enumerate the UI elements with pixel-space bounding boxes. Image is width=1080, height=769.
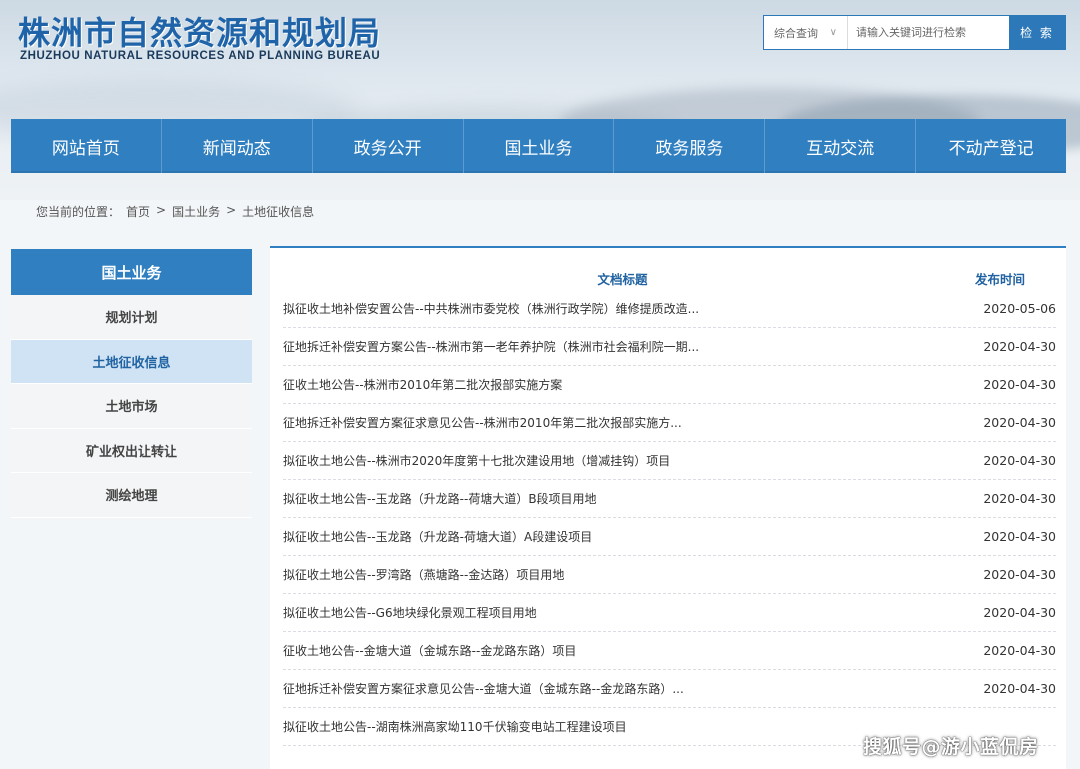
sidebar-title: 国土业务 — [11, 249, 252, 295]
publish-date: 2020-04-30 — [983, 377, 1056, 392]
document-link[interactable]: 拟征收土地公告--玉龙路（升龙路-荷塘大道）A段建设项目 — [283, 528, 983, 545]
document-link[interactable]: 征收土地公告--株洲市2010年第二批次报部实施方案 — [283, 376, 983, 393]
main-nav: 网站首页 新闻动态 政务公开 国土业务 政务服务 互动交流 不动产登记 — [11, 119, 1066, 173]
breadcrumb: 您当前的位置： 首页 > 国土业务 > 土地征收信息 — [36, 203, 314, 220]
sidebar-item-surveying[interactable]: 测绘地理 — [11, 473, 252, 518]
publish-date: 2020-04-30 — [983, 529, 1056, 544]
document-link[interactable]: 征地拆迁补偿安置方案征求意见公告--株洲市2010年第二批次报部实施方... — [283, 414, 983, 431]
search-type-select[interactable]: 综合查询 ∨ — [764, 16, 848, 49]
breadcrumb-prefix: 您当前的位置： — [36, 205, 121, 219]
column-header-title: 文档标题 — [597, 272, 648, 287]
search-input[interactable] — [848, 16, 1009, 49]
table-row: 拟征收土地公告--玉龙路（升龙路-荷塘大道）A段建设项目 2020-04-30 — [283, 518, 1056, 556]
sidebar-item-land-market[interactable]: 土地市场 — [11, 384, 252, 429]
table-row: 征地拆迁补偿安置方案征求意见公告--金塘大道（金城东路--金龙路东路）... 20… — [283, 670, 1056, 708]
column-header-date: 发布时间 — [975, 272, 1026, 287]
table-row: 拟征收土地公告--罗湾路（燕塘路--金达路）项目用地 2020-04-30 — [283, 556, 1056, 594]
document-link[interactable]: 拟征收土地公告--G6地块绿化景观工程项目用地 — [283, 604, 983, 621]
publish-date: 2020-04-30 — [983, 453, 1056, 468]
publish-date: 2020-04-30 — [983, 415, 1056, 430]
table-body: 拟征收土地补偿安置公告--中共株洲市委党校（株洲行政学院）维修提质改造... 20… — [270, 290, 1066, 746]
nav-item-news[interactable]: 新闻动态 — [162, 119, 313, 173]
table-row: 征收土地公告--株洲市2010年第二批次报部实施方案 2020-04-30 — [283, 366, 1056, 404]
sidebar: 国土业务 规划计划 土地征收信息 土地市场 矿业权出让转让 测绘地理 — [11, 249, 252, 518]
publish-date: 2020-04-30 — [983, 339, 1056, 354]
sidebar-item-land-expropriation[interactable]: 土地征收信息 — [11, 339, 252, 384]
nav-item-services[interactable]: 政务服务 — [614, 119, 766, 173]
document-list: 文档标题 发布时间 拟征收土地补偿安置公告--中共株洲市委党校（株洲行政学院）维… — [270, 246, 1066, 769]
table-header: 文档标题 发布时间 — [270, 248, 1066, 290]
sidebar-item-mining-rights[interactable]: 矿业权出让转让 — [11, 428, 252, 473]
publish-date: 2020-05-06 — [983, 301, 1056, 316]
nav-item-government-affairs[interactable]: 政务公开 — [313, 119, 464, 173]
chevron-down-icon: ∨ — [829, 27, 837, 38]
search-button[interactable]: 检 索 — [1009, 16, 1065, 49]
site-logo-cn[interactable]: 株洲市自然资源和规划局 — [18, 8, 381, 54]
breadcrumb-link-land-business[interactable]: 国土业务 — [172, 203, 220, 220]
watermark-text: 搜狐号@游小蓝侃房 — [863, 736, 1039, 758]
site-logo-en: ZHUZHOU NATURAL RESOURCES AND PLANNING B… — [20, 50, 381, 62]
document-link[interactable]: 征地拆迁补偿安置方案征求意见公告--金塘大道（金城东路--金龙路东路）... — [283, 680, 983, 697]
sidebar-item-planning[interactable]: 规划计划 — [11, 295, 252, 340]
document-link[interactable]: 拟征收土地公告--罗湾路（燕塘路--金达路）项目用地 — [283, 566, 983, 583]
breadcrumb-separator: > — [226, 203, 237, 217]
publish-date: 2020-04-30 — [983, 681, 1056, 696]
breadcrumb-link-home[interactable]: 首页 — [126, 203, 150, 220]
document-link[interactable]: 征地拆迁补偿安置方案公告--株洲市第一老年养护院（株洲市社会福利院一期... — [283, 338, 983, 355]
nav-item-land-business[interactable]: 国土业务 — [464, 119, 615, 173]
table-row: 征收土地公告--金塘大道（金城东路--金龙路东路）项目 2020-04-30 — [283, 632, 1056, 670]
table-row: 拟征收土地公告--G6地块绿化景观工程项目用地 2020-04-30 — [283, 594, 1056, 632]
document-link[interactable]: 拟征收土地公告--株洲市2020年度第十七批次建设用地（增减挂钩）项目 — [283, 452, 983, 469]
nav-item-real-estate-registration[interactable]: 不动产登记 — [916, 119, 1066, 173]
table-row: 拟征收土地公告--株洲市2020年度第十七批次建设用地（增减挂钩）项目 2020-… — [283, 442, 1056, 480]
nav-item-home[interactable]: 网站首页 — [11, 119, 162, 173]
publish-date: 2020-04-30 — [983, 643, 1056, 658]
search-type-value: 综合查询 — [774, 26, 818, 40]
breadcrumb-current[interactable]: 土地征收信息 — [242, 203, 314, 220]
search-bar: 综合查询 ∨ 检 索 — [763, 15, 1066, 50]
document-link[interactable]: 拟征收土地补偿安置公告--中共株洲市委党校（株洲行政学院）维修提质改造... — [283, 300, 983, 317]
document-link[interactable]: 征收土地公告--金塘大道（金城东路--金龙路东路）项目 — [283, 642, 983, 659]
table-row: 拟征收土地补偿安置公告--中共株洲市委党校（株洲行政学院）维修提质改造... 20… — [283, 290, 1056, 328]
nav-item-interaction[interactable]: 互动交流 — [765, 119, 917, 173]
table-row: 拟征收土地公告--玉龙路（升龙路--荷塘大道）B段项目用地 2020-04-30 — [283, 480, 1056, 518]
breadcrumb-separator: > — [156, 203, 167, 217]
publish-date: 2020-04-30 — [983, 567, 1056, 582]
document-link[interactable]: 拟征收土地公告--玉龙路（升龙路--荷塘大道）B段项目用地 — [283, 490, 983, 507]
publish-date: 2020-04-30 — [983, 605, 1056, 620]
publish-date: 2020-04-30 — [983, 491, 1056, 506]
table-row: 征地拆迁补偿安置方案征求意见公告--株洲市2010年第二批次报部实施方... 20… — [283, 404, 1056, 442]
table-row: 征地拆迁补偿安置方案公告--株洲市第一老年养护院（株洲市社会福利院一期... 20… — [283, 328, 1056, 366]
